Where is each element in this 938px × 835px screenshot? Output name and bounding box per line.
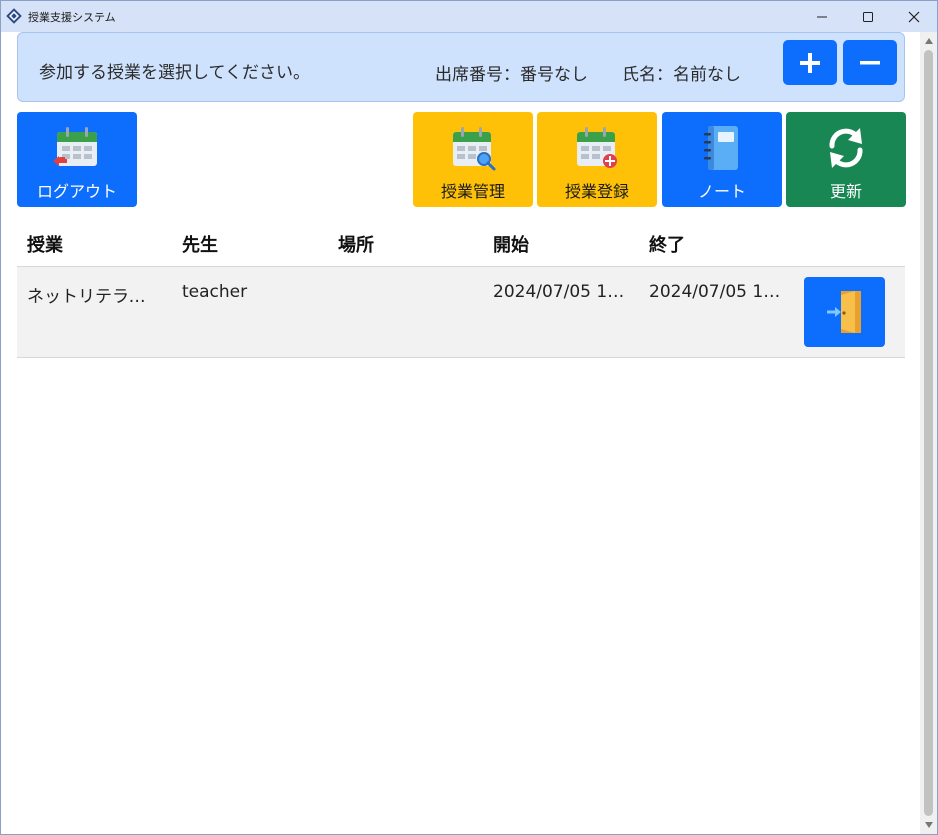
scroll-down-arrow[interactable] — [920, 818, 937, 832]
table-row[interactable]: ネットリテラシー… teacher 2024/07/05 1… 2024/07/… — [17, 267, 905, 358]
minimize-button[interactable] — [799, 1, 845, 32]
calendar-logout-icon — [53, 127, 97, 166]
zoom-out-button[interactable] — [843, 40, 897, 85]
table-header: 授業 先生 場所 開始 終了 — [17, 217, 905, 267]
logout-button[interactable]: ログアウト — [17, 112, 137, 207]
note-label: ノート — [697, 182, 746, 201]
scroll-up-arrow[interactable] — [920, 34, 937, 48]
class-register-button[interactable]: 授業登録 — [537, 112, 657, 207]
title-bar[interactable]: 授業支援システム — [1, 1, 937, 32]
vertical-scrollbar[interactable] — [920, 32, 937, 834]
app-window: 授業支援システム 参加する授業を選択してください。 出席番号：番号なし 氏名：名… — [0, 0, 938, 835]
main-content: 参加する授業を選択してください。 出席番号：番号なし 氏名：名前なし ログアウト… — [2, 32, 920, 834]
plus-icon — [800, 52, 820, 73]
class-register-label: 授業登録 — [564, 182, 629, 201]
minimize-icon — [817, 16, 827, 17]
calendar-add-icon — [577, 127, 617, 168]
calendar-search-icon — [453, 127, 496, 171]
door-enter-icon — [826, 291, 861, 333]
close-button[interactable] — [891, 1, 937, 32]
refresh-button[interactable]: 更新 — [786, 112, 906, 207]
maximize-icon — [863, 11, 873, 22]
refresh-icon — [829, 128, 863, 168]
header-place: 場所 — [338, 235, 374, 256]
note-button[interactable]: ノート — [662, 112, 782, 207]
header-teacher: 先生 — [182, 235, 218, 256]
minus-icon — [860, 60, 880, 64]
maximize-button[interactable] — [845, 1, 891, 32]
refresh-label: 更新 — [829, 182, 862, 201]
close-icon — [908, 11, 920, 22]
app-logo-icon — [6, 8, 22, 24]
cell-start: 2024/07/05 1… — [493, 282, 625, 302]
student-name: 氏名：名前なし — [622, 65, 741, 85]
cell-class: ネットリテラシー… — [27, 287, 162, 307]
attendance-number: 出席番号：番号なし — [435, 65, 588, 85]
window-title: 授業支援システム — [28, 11, 116, 24]
enter-class-button[interactable] — [804, 277, 885, 347]
scroll-thumb[interactable] — [924, 50, 933, 816]
zoom-in-button[interactable] — [783, 40, 837, 85]
header-end: 終了 — [649, 235, 685, 256]
class-manage-button[interactable]: 授業管理 — [413, 112, 533, 207]
cell-end: 2024/07/05 1… — [649, 282, 781, 302]
header-class: 授業 — [27, 235, 63, 256]
caret-down-icon — [924, 822, 933, 828]
caret-up-icon — [924, 38, 933, 44]
instruction-text: 参加する授業を選択してください。 — [39, 63, 310, 83]
logout-label: ログアウト — [36, 182, 117, 201]
cell-teacher: teacher — [182, 282, 248, 302]
header-start: 開始 — [493, 235, 529, 256]
class-manage-label: 授業管理 — [440, 182, 505, 201]
notebook-icon — [704, 126, 738, 170]
info-banner: 参加する授業を選択してください。 出席番号：番号なし 氏名：名前なし — [17, 32, 905, 102]
